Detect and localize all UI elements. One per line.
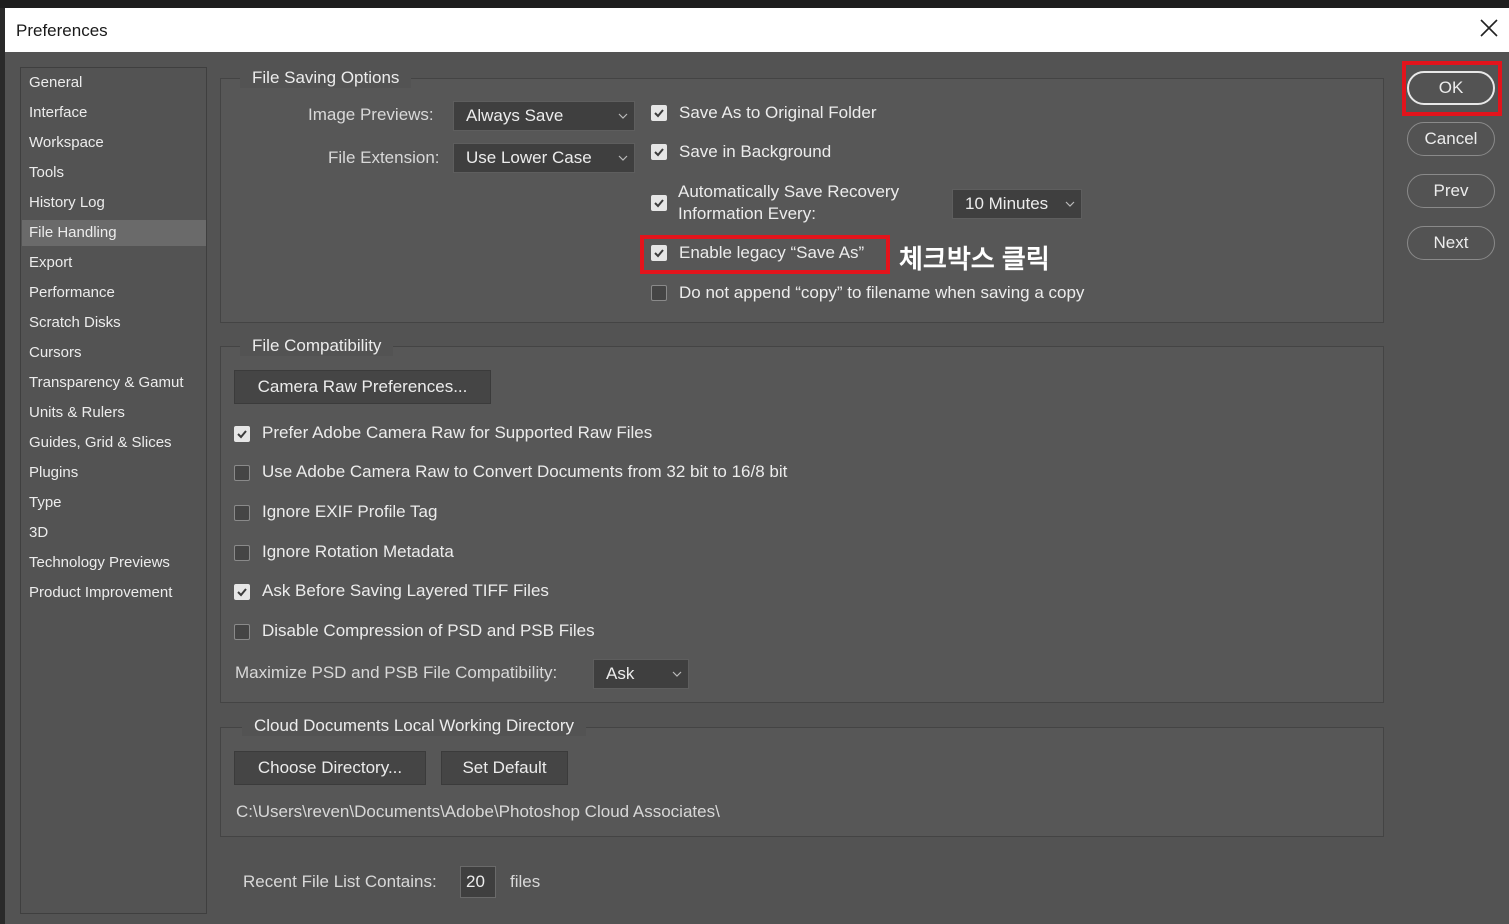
sidebar-item-units-rulers[interactable]: Units & Rulers: [22, 400, 206, 426]
no-copy-append-label: Do not append “copy” to filename when sa…: [679, 283, 1085, 302]
sidebar-item-guides-grid-slices[interactable]: Guides, Grid & Slices: [22, 430, 206, 456]
camera-raw-preferences-button[interactable]: Camera Raw Preferences...: [234, 370, 491, 404]
sidebar-item-transparency-gamut[interactable]: Transparency & Gamut: [22, 370, 206, 396]
auto-recovery-label-line1: Automatically Save Recovery: [678, 182, 900, 201]
cloud-title: Cloud Documents Local Working Directory: [242, 716, 586, 736]
file-saving-title: File Saving Options: [240, 68, 412, 88]
maximize-compat-label: Maximize PSD and PSB File Compatibility:: [235, 663, 558, 682]
prev-button[interactable]: Prev: [1407, 174, 1495, 208]
ignore-exif-label: Ignore EXIF Profile Tag: [262, 502, 438, 521]
recovery-interval-value: 10 Minutes: [965, 194, 1049, 213]
sidebar-item-general[interactable]: General: [22, 70, 206, 96]
recovery-interval-select[interactable]: 10 Minutes: [952, 189, 1082, 219]
prefer-camera-raw-checkbox[interactable]: [234, 426, 250, 442]
next-button[interactable]: Next: [1407, 226, 1495, 260]
ignore-rotation-label: Ignore Rotation Metadata: [262, 542, 454, 561]
left-edge: [0, 8, 5, 924]
ignore-rotation-checkbox[interactable]: [234, 545, 250, 561]
recent-files-input[interactable]: 20: [460, 866, 496, 898]
disable-compression-label: Disable Compression of PSD and PSB Files: [262, 621, 595, 640]
sidebar-item-export[interactable]: Export: [22, 250, 206, 276]
file-extension-select[interactable]: Use Lower Case: [453, 143, 635, 173]
file-extension-label: File Extension:: [328, 148, 440, 167]
sidebar-item-type[interactable]: Type: [22, 490, 206, 516]
file-extension-value: Use Lower Case: [466, 148, 592, 167]
cancel-button[interactable]: Cancel: [1407, 122, 1495, 156]
sidebar-item-plugins[interactable]: Plugins: [22, 460, 206, 486]
sidebar-item-product-improvement[interactable]: Product Improvement: [22, 580, 206, 606]
cloud-path: C:\Users\reven\Documents\Adobe\Photoshop…: [236, 802, 720, 821]
file-compat-title: File Compatibility: [240, 336, 394, 356]
save-as-original-label: Save As to Original Folder: [679, 103, 877, 122]
sidebar-item-performance[interactable]: Performance: [22, 280, 206, 306]
maximize-compat-value: Ask: [606, 664, 635, 683]
checkmark-icon: [654, 109, 664, 118]
title-bar: Preferences: [5, 8, 1509, 52]
recent-files-unit: files: [510, 872, 541, 891]
choose-directory-button[interactable]: Choose Directory...: [234, 751, 426, 785]
recent-files-label: Recent File List Contains:: [243, 872, 437, 891]
image-previews-value: Always Save: [466, 106, 564, 125]
sidebar-item-scratch-disks[interactable]: Scratch Disks: [22, 310, 206, 336]
sidebar-item-workspace[interactable]: Workspace: [22, 130, 206, 156]
auto-recovery-label-line2: Information Every:: [678, 204, 816, 223]
checkmark-icon: [654, 199, 664, 208]
camera-raw-convert-checkbox[interactable]: [234, 465, 250, 481]
maximize-compat-select[interactable]: Ask: [593, 659, 689, 689]
image-previews-select[interactable]: Always Save: [453, 101, 635, 131]
chevron-down-icon: [672, 671, 682, 677]
chevron-down-icon: [1065, 201, 1075, 207]
sidebar-item-history-log[interactable]: History Log: [22, 190, 206, 216]
camera-raw-convert-label: Use Adobe Camera Raw to Convert Document…: [262, 462, 788, 481]
disable-compression-checkbox[interactable]: [234, 624, 250, 640]
sidebar-item-cursors[interactable]: Cursors: [22, 340, 206, 366]
legacy-save-as-highlight: [640, 235, 890, 274]
image-previews-label: Image Previews:: [308, 105, 434, 124]
sidebar-item-technology-previews[interactable]: Technology Previews: [22, 550, 206, 576]
top-edge: [0, 0, 1509, 8]
checkmark-icon: [237, 588, 247, 597]
sidebar: General Interface Workspace Tools Histor…: [20, 67, 207, 914]
no-copy-append-checkbox[interactable]: [651, 285, 667, 301]
save-in-background-label: Save in Background: [679, 142, 832, 161]
window-title: Preferences: [16, 21, 108, 40]
sidebar-item-interface[interactable]: Interface: [22, 100, 206, 126]
save-as-original-checkbox[interactable]: [651, 105, 667, 121]
chevron-down-icon: [618, 155, 628, 161]
set-default-button[interactable]: Set Default: [441, 751, 568, 785]
checkmark-icon: [237, 430, 247, 439]
ignore-exif-checkbox[interactable]: [234, 505, 250, 521]
annotation-text: 체크박스 클릭: [899, 244, 1050, 274]
save-in-background-checkbox[interactable]: [651, 144, 667, 160]
checkmark-icon: [654, 148, 664, 157]
chevron-down-icon: [618, 113, 628, 119]
ok-button[interactable]: OK: [1407, 71, 1495, 105]
sidebar-item-3d[interactable]: 3D: [22, 520, 206, 546]
ask-layered-tiff-checkbox[interactable]: [234, 584, 250, 600]
sidebar-item-tools[interactable]: Tools: [22, 160, 206, 186]
close-icon[interactable]: [1479, 18, 1499, 38]
ask-layered-tiff-label: Ask Before Saving Layered TIFF Files: [262, 581, 549, 600]
prefer-camera-raw-label: Prefer Adobe Camera Raw for Supported Ra…: [262, 423, 653, 442]
auto-recovery-checkbox[interactable]: [651, 195, 667, 211]
sidebar-item-file-handling[interactable]: File Handling: [22, 220, 206, 246]
